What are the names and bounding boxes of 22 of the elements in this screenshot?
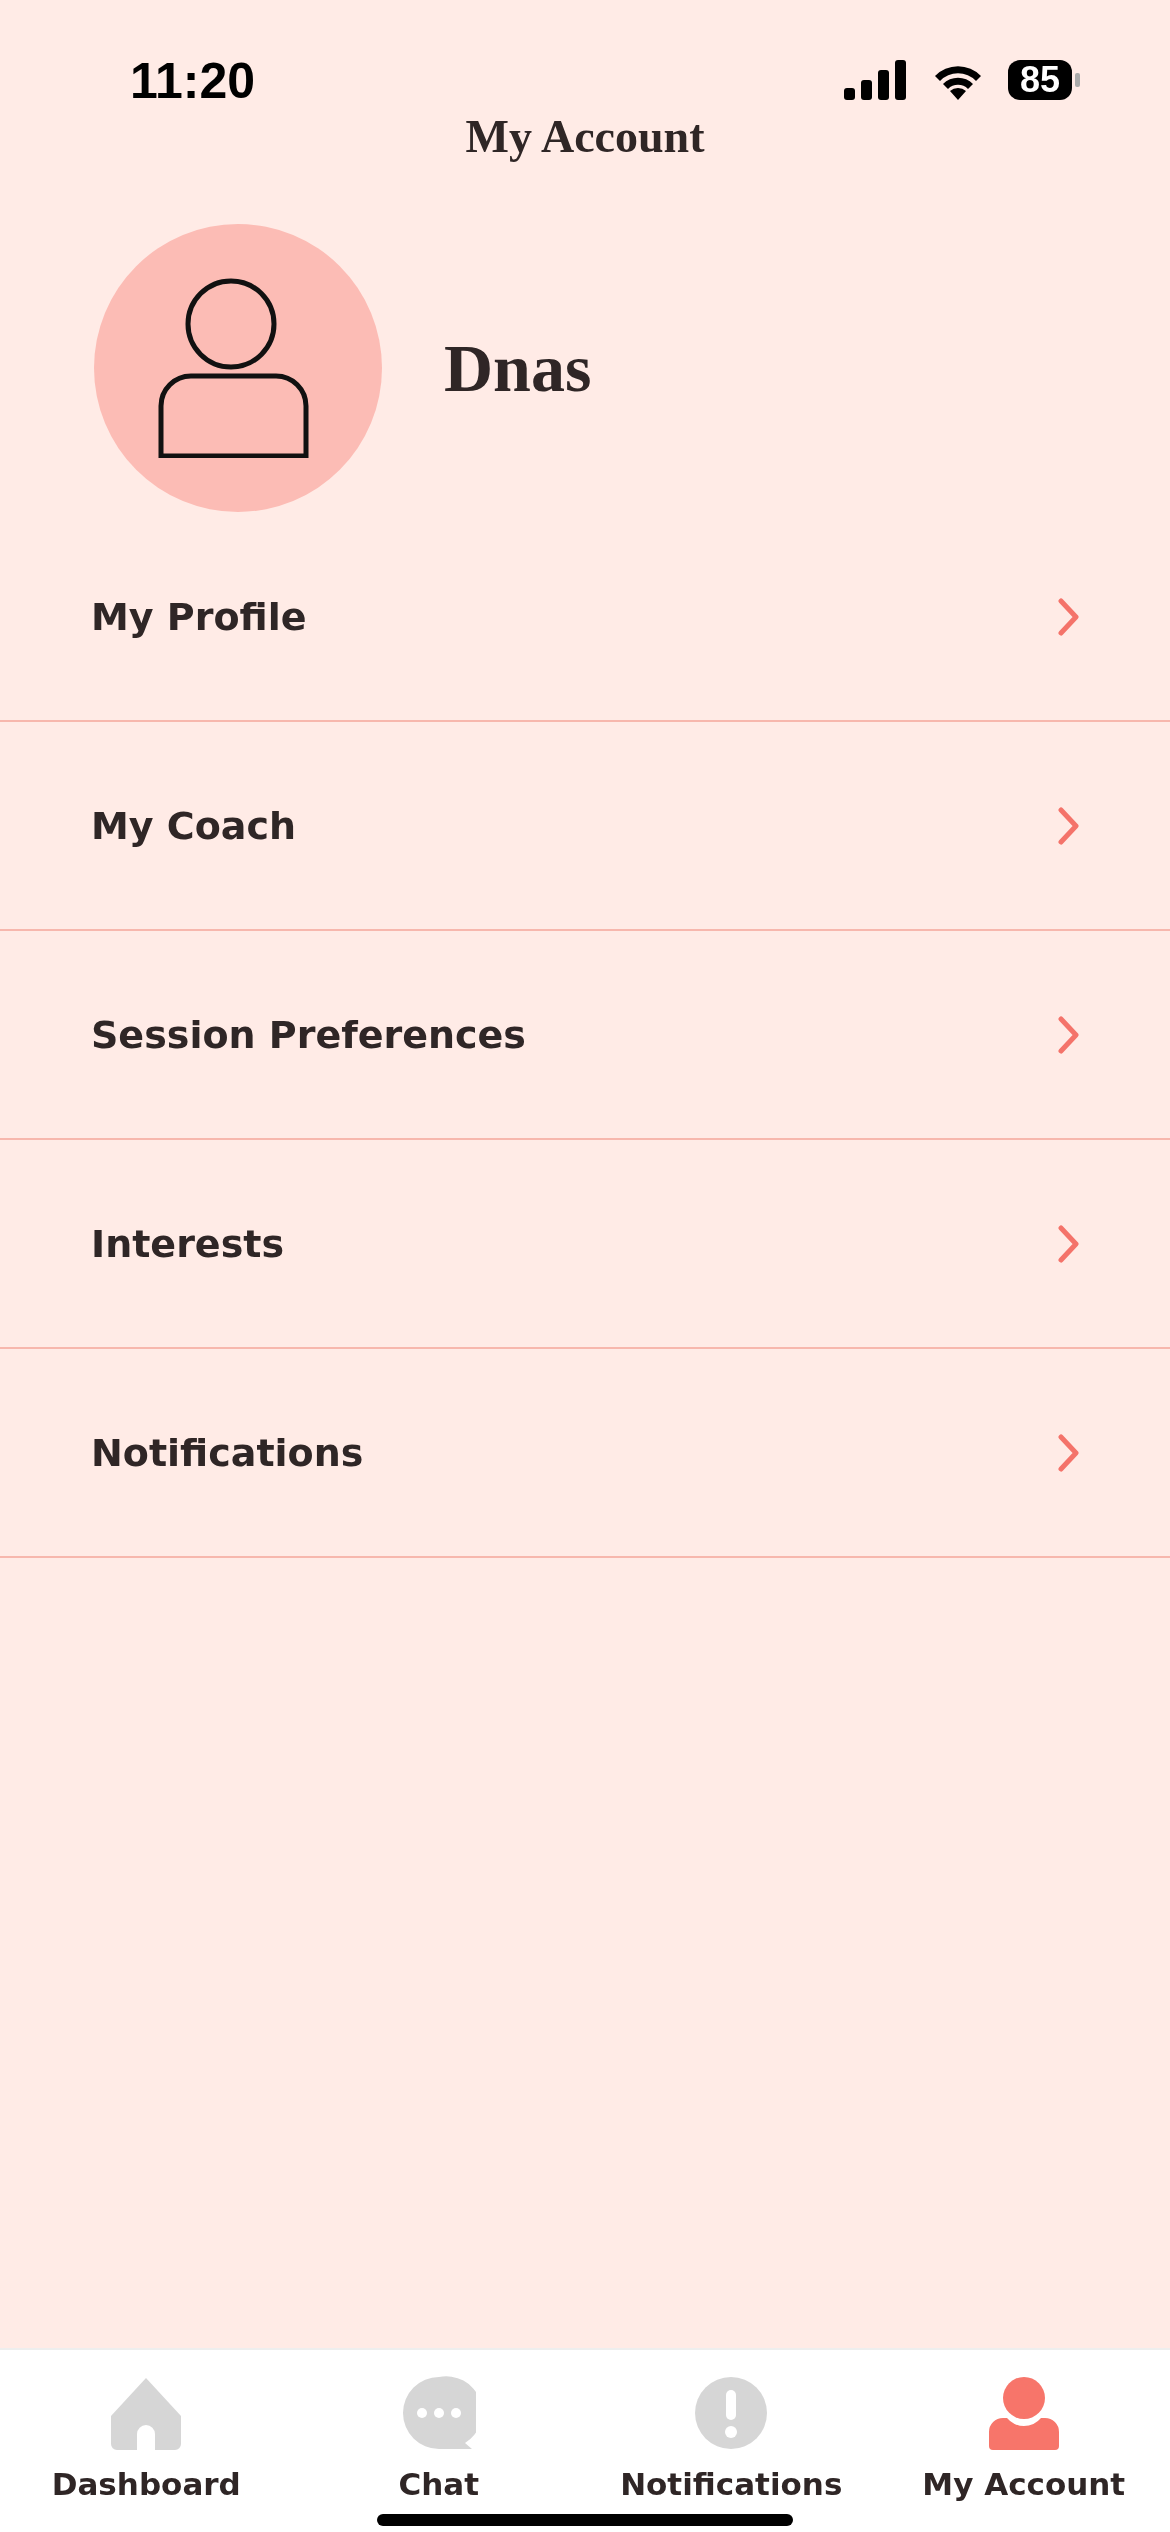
tab-item[interactable]: Notifications <box>585 2350 878 2532</box>
person-icon <box>986 2376 1061 2450</box>
chevron-icon <box>1058 806 1080 845</box>
menu-item[interactable]: Notifications <box>0 1349 1170 1558</box>
menu-item[interactable]: Interests <box>0 1140 1170 1349</box>
menu-item[interactable]: My Coach <box>0 722 1170 931</box>
home-icon <box>109 2376 184 2450</box>
status-time: 11:20 <box>130 52 256 110</box>
user-name: Dnas <box>444 328 592 408</box>
menu-item[interactable]: Session Preferences <box>0 931 1170 1140</box>
tab-item[interactable]: Chat <box>292 2350 585 2532</box>
chevron-icon <box>1058 597 1080 636</box>
tab-item[interactable]: My Account <box>877 2350 1170 2532</box>
screen-title: My Account <box>464 110 706 163</box>
menu-item[interactable]: My Profile <box>0 513 1170 722</box>
alert-icon <box>694 2376 769 2450</box>
chevron-icon <box>1058 1015 1080 1054</box>
chat-icon <box>401 2376 476 2450</box>
chevron-icon <box>1058 1433 1080 1472</box>
chevron-icon <box>1058 1224 1080 1263</box>
signal-icon <box>843 60 908 100</box>
tab-item[interactable]: Dashboard <box>0 2350 293 2532</box>
